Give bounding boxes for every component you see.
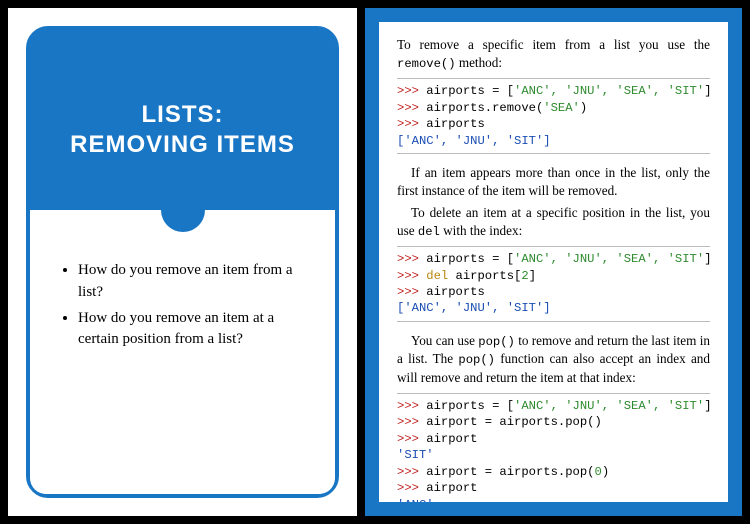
paragraph-4: You can use pop() to remove and return t… [397, 332, 710, 387]
puzzle-notch-icon [161, 188, 205, 232]
paragraph-1: To remove a specific item from a list yo… [397, 36, 710, 72]
code-block-2: >>> airports = ['ANC', 'JNU', 'SEA', 'SI… [397, 246, 710, 322]
code: airports.remove( [426, 101, 543, 115]
number-literal: 0 [594, 465, 601, 479]
card-content: To remove a specific item from a list yo… [379, 22, 728, 516]
inline-code: pop() [478, 335, 515, 349]
code: airports = [ [426, 399, 514, 413]
list-item: How do you remove an item from a list? [78, 260, 309, 304]
paragraph-2: If an item appears more than once in the… [397, 164, 710, 200]
inline-code: pop() [458, 353, 495, 367]
code: ] [704, 252, 711, 266]
code: airport = airports.pop( [426, 465, 594, 479]
prompt: >>> [397, 269, 426, 283]
code: ] [529, 269, 536, 283]
string-literal: 'SEA' [543, 101, 580, 115]
title-line-2: REMOVING ITEMS [40, 130, 325, 160]
inline-code: remove() [397, 57, 456, 71]
prompt: >>> [397, 252, 426, 266]
code-block-3: >>> airports = ['ANC', 'JNU', 'SEA', 'SI… [397, 393, 710, 516]
output: 'SIT' [397, 448, 434, 462]
paragraph-3: To delete an item at a specific position… [397, 204, 710, 240]
code: airports [426, 117, 485, 131]
prompt: >>> [397, 415, 426, 429]
code-block-1: >>> airports = ['ANC', 'JNU', 'SEA', 'SI… [397, 78, 710, 154]
number-literal: 2 [521, 269, 528, 283]
output: ['ANC', 'JNU', 'SIT'] [397, 301, 551, 315]
card-header: LISTS: REMOVING ITEMS [30, 30, 335, 210]
prompt: >>> [397, 285, 426, 299]
code: airports[ [448, 269, 521, 283]
code: ) [580, 101, 587, 115]
inline-code: del [418, 225, 440, 239]
string-literal: 'ANC', 'JNU', 'SEA', 'SIT' [514, 84, 704, 98]
prompt: >>> [397, 432, 426, 446]
code: airports = [ [426, 252, 514, 266]
prompt: >>> [397, 465, 426, 479]
list-item: How do you remove an item at a certain p… [78, 308, 309, 352]
card-frame: LISTS: REMOVING ITEMS How do you remove … [26, 26, 339, 498]
output: 'ANC' [397, 498, 434, 512]
prompt: >>> [397, 481, 426, 495]
text: If an item appears more than once in the… [397, 165, 710, 198]
prompt: >>> [397, 101, 426, 115]
code: airports = [ [426, 84, 514, 98]
prompt: >>> [397, 117, 426, 131]
flashcard-back: To remove a specific item from a list yo… [365, 8, 742, 516]
code: airport [426, 432, 477, 446]
text: method: [456, 55, 503, 70]
question-list: How do you remove an item from a list? H… [56, 260, 309, 351]
text: To remove a specific item from a list yo… [397, 37, 710, 52]
string-literal: 'ANC', 'JNU', 'SEA', 'SIT' [514, 399, 704, 413]
text: You can use [411, 333, 478, 348]
code: ) [602, 465, 609, 479]
code: ] [704, 84, 711, 98]
flashcard-front: LISTS: REMOVING ITEMS How do you remove … [8, 8, 357, 516]
keyword: del [426, 269, 448, 283]
card-questions: How do you remove an item from a list? H… [30, 210, 335, 494]
code: airport [426, 481, 477, 495]
code: airports [426, 285, 485, 299]
string-literal: 'ANC', 'JNU', 'SEA', 'SIT' [514, 252, 704, 266]
code: ] [704, 399, 711, 413]
text: with the index: [440, 223, 522, 238]
code: airport = airports.pop() [426, 415, 602, 429]
output: ['ANC', 'JNU', 'SIT'] [397, 134, 551, 148]
prompt: >>> [397, 399, 426, 413]
title-line-1: LISTS: [40, 100, 325, 130]
prompt: >>> [397, 84, 426, 98]
